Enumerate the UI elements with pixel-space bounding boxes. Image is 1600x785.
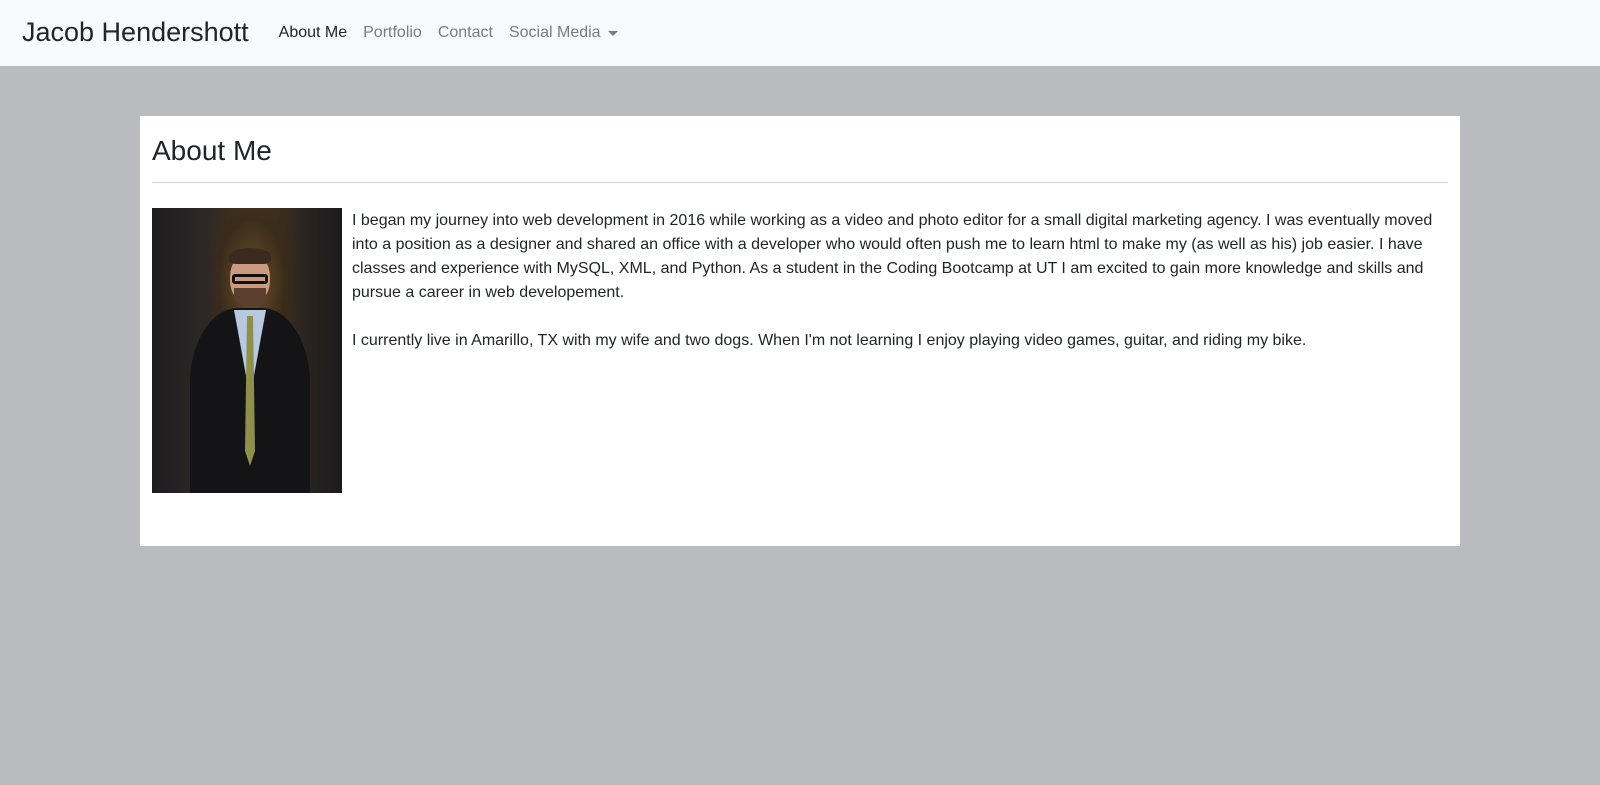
nav-item-social-media: Social Media bbox=[501, 24, 626, 42]
social-media-dropdown-toggle[interactable]: Social Media bbox=[501, 24, 626, 42]
profile-photo bbox=[152, 208, 342, 493]
nav-list: About Me Portfolio Contact Social Media bbox=[271, 24, 626, 42]
chevron-down-icon bbox=[607, 31, 618, 36]
page-title: About Me bbox=[152, 135, 272, 166]
navbar: Jacob Hendershott About Me Portfolio Con… bbox=[0, 0, 1600, 66]
brand-link[interactable]: Jacob Hendershott bbox=[22, 17, 249, 48]
divider bbox=[152, 182, 1448, 183]
social-media-label: Social Media bbox=[508, 24, 601, 41]
nav-link-contact[interactable]: Contact bbox=[430, 24, 501, 42]
about-paragraph-2: I currently live in Amarillo, TX with my… bbox=[352, 332, 1307, 349]
about-paragraph-1: I began my journey into web development … bbox=[352, 212, 1433, 301]
nav-item-portfolio: Portfolio bbox=[355, 24, 430, 42]
about-card: About Me I began my journey into web dev… bbox=[140, 116, 1460, 546]
nav-item-contact: Contact bbox=[430, 24, 501, 42]
nav-item-about: About Me bbox=[271, 24, 355, 42]
nav-link-about-me[interactable]: About Me bbox=[271, 24, 355, 42]
nav-link-portfolio[interactable]: Portfolio bbox=[355, 24, 430, 42]
about-content: I began my journey into web development … bbox=[152, 208, 1448, 493]
about-text: I began my journey into web development … bbox=[352, 208, 1448, 493]
